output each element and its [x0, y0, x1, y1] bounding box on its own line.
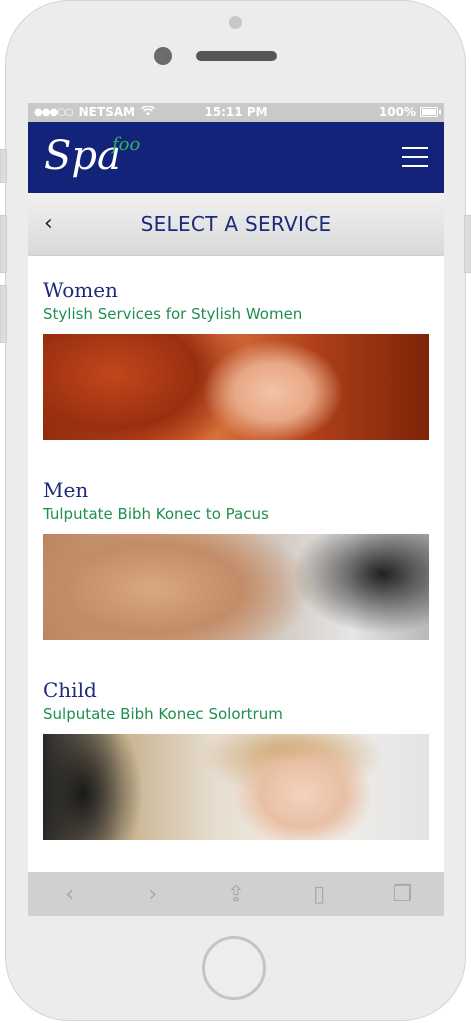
hamburger-menu-icon[interactable] — [402, 147, 428, 167]
proximity-sensor — [229, 16, 242, 29]
home-button[interactable] — [202, 936, 266, 1000]
service-description: Stylish Services for Stylish Women — [43, 305, 303, 323]
phone-screen: ●●●○○ NETSAM 15:11 PM 100% Spa foo ‹ SEL… — [28, 103, 444, 916]
service-name: Child — [43, 678, 97, 702]
volume-down-button — [0, 285, 7, 343]
smiling-man-photo[interactable] — [43, 534, 429, 640]
tabs-icon[interactable]: ❐ — [382, 882, 422, 907]
page-title: SELECT A SERVICE — [140, 212, 332, 236]
service-description: Sulputate Bibh Konec Solortrum — [43, 705, 283, 723]
browser-forward-icon[interactable]: › — [133, 882, 173, 907]
front-camera — [154, 47, 172, 65]
earpiece-speaker — [196, 51, 277, 61]
battery-icon — [420, 107, 441, 117]
bookmarks-icon[interactable]: ▯ — [299, 882, 339, 907]
service-name: Men — [43, 478, 89, 502]
page-header: ‹ SELECT A SERVICE — [28, 193, 444, 256]
service-name: Women — [43, 278, 118, 302]
service-card-child[interactable]: Child Sulputate Bibh Konec Solortrum — [43, 678, 429, 840]
logo-accent-text: foo — [112, 134, 141, 155]
silent-switch — [0, 149, 7, 183]
service-list: Women Stylish Services for Stylish Women… — [28, 278, 444, 840]
battery-percent: 100% — [378, 105, 416, 119]
power-button — [464, 215, 471, 273]
service-description: Tulputate Bibh Konec to Pacus — [43, 505, 269, 523]
child-haircut-photo[interactable] — [43, 734, 429, 840]
app-logo[interactable]: Spa foo — [44, 132, 140, 180]
service-card-men[interactable]: Men Tulputate Bibh Konec to Pacus — [43, 478, 429, 640]
volume-up-button — [0, 215, 7, 273]
share-icon[interactable]: ⇪ — [216, 882, 256, 907]
status-bar: ●●●○○ NETSAM 15:11 PM 100% — [28, 103, 444, 122]
woman-red-hair-photo[interactable] — [43, 334, 429, 440]
browser-toolbar: ‹ › ⇪ ▯ ❐ — [28, 872, 444, 916]
app-header: Spa foo — [28, 122, 444, 193]
logo-text: Spa — [44, 133, 121, 179]
service-card-women[interactable]: Women Stylish Services for Stylish Women — [43, 278, 429, 440]
browser-back-icon[interactable]: ‹ — [50, 882, 90, 907]
